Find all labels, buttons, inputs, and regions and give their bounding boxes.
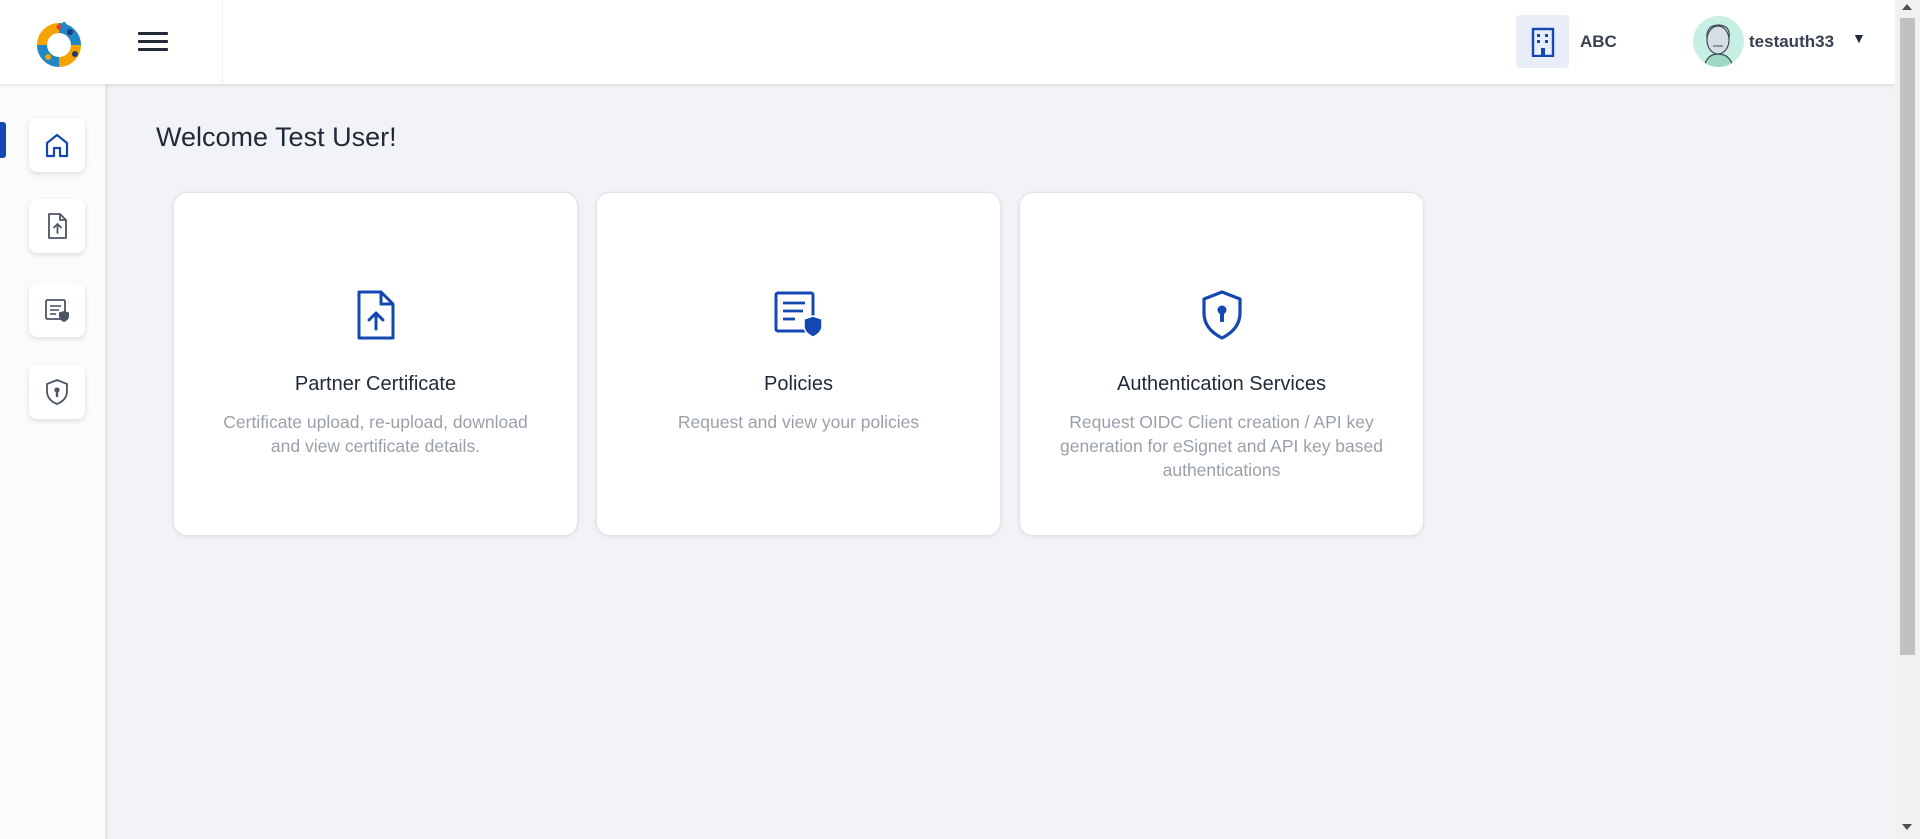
card-title: Authentication Services [1116, 373, 1326, 395]
authentication-services-card[interactable]: Authentication Services Request OIDC Cli… [1019, 192, 1424, 536]
scroll-down-arrow-icon[interactable] [1902, 824, 1912, 830]
card-title: Partner Certificate [294, 373, 457, 395]
policies-card[interactable]: Policies Request and view your policies [596, 192, 1001, 536]
shield-keyhole-icon [1201, 290, 1242, 340]
file-upload-icon [357, 290, 394, 340]
policy-document-icon [774, 291, 823, 338]
main-content: Welcome Test User! Partner Certificate C… [108, 84, 1895, 839]
username[interactable]: testauth33 [1749, 32, 1834, 52]
active-nav-indicator [0, 122, 6, 158]
top-header: ABC testauth33 ▼ [0, 0, 1895, 84]
hamburger-icon [138, 32, 168, 35]
user-menu-caret-icon[interactable]: ▼ [1852, 30, 1866, 46]
card-description: Certificate upload, re-upload, download … [223, 412, 528, 456]
scroll-up-arrow-icon[interactable] [1902, 4, 1912, 10]
sidebar [0, 84, 108, 839]
organization-name: ABC [1580, 32, 1617, 51]
app-logo[interactable] [34, 18, 84, 68]
scrollbar-thumb[interactable] [1900, 18, 1915, 655]
building-icon [1531, 27, 1554, 57]
file-upload-icon [48, 213, 67, 239]
sidebar-item-policies[interactable] [29, 283, 85, 337]
avatar[interactable] [1693, 16, 1744, 67]
user-avatar-icon [1703, 24, 1734, 67]
shield-keyhole-icon [46, 379, 68, 405]
home-icon [45, 133, 69, 158]
policy-document-icon [45, 299, 69, 322]
sidebar-item-authentication-services[interactable] [29, 365, 85, 419]
organization-button[interactable] [1516, 15, 1569, 68]
welcome-heading: Welcome Test User! [156, 122, 397, 152]
sidebar-item-home[interactable] [29, 118, 85, 172]
card-description: Request OIDC Client creation / API key g… [1059, 412, 1383, 480]
sidebar-item-partner-certificate[interactable] [29, 199, 85, 253]
vertical-scrollbar[interactable] [1895, 0, 1920, 839]
partner-certificate-card[interactable]: Partner Certificate Certificate upload, … [173, 192, 578, 536]
header-divider [222, 0, 223, 84]
card-title: Policies [764, 373, 833, 395]
card-description: Request and view your policies [677, 412, 920, 432]
hamburger-menu-button[interactable] [133, 26, 173, 58]
